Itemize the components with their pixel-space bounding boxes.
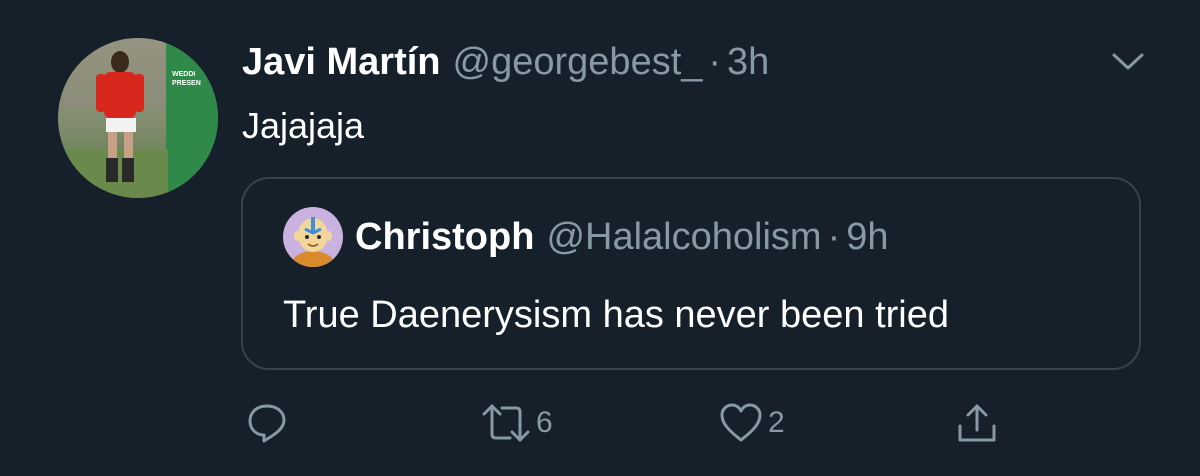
retweet-count: 6	[536, 406, 553, 439]
author-avatar[interactable]: WEDDI PRESEN	[58, 38, 218, 198]
avatar-sign-text: WEDDI	[172, 71, 195, 78]
tweet-actions: 6 2	[0, 398, 1200, 448]
like-button[interactable]: 2	[718, 398, 785, 448]
like-count: 2	[768, 406, 785, 439]
quoted-timestamp[interactable]: 9h	[846, 216, 888, 259]
chevron-down-icon[interactable]	[1110, 46, 1146, 76]
retweet-icon	[480, 400, 532, 446]
retweet-button[interactable]: 6	[480, 398, 553, 448]
tweet-text: Jajajaja	[242, 105, 365, 146]
tweet-header: Javi Martín @georgebest_ · 3h	[242, 38, 769, 86]
separator-dot: ·	[708, 40, 722, 83]
quoted-separator-dot: ·	[827, 215, 841, 258]
quoted-tweet-text: True Daenerysism has never been tried	[283, 294, 950, 336]
author-name[interactable]: Javi Martín	[242, 41, 441, 84]
reply-icon	[244, 400, 290, 446]
quoted-author-avatar[interactable]	[283, 207, 343, 267]
share-icon	[954, 400, 1000, 446]
quoted-author-name[interactable]: Christoph	[355, 216, 534, 259]
reply-button[interactable]	[244, 398, 294, 448]
quoted-tweet-header: Christoph @Halalcoholism · 9h	[355, 215, 889, 259]
svg-text:PRESEN: PRESEN	[172, 80, 201, 87]
quoted-author-handle[interactable]: @Halalcoholism	[546, 216, 821, 259]
share-button[interactable]	[954, 398, 1000, 448]
quoted-tweet[interactable]: Christoph @Halalcoholism · 9h True Daene…	[241, 177, 1141, 370]
timestamp[interactable]: 3h	[727, 41, 769, 84]
tweet[interactable]: WEDDI PRESEN Javi Martín @georgebest_ · …	[0, 0, 1200, 476]
author-handle[interactable]: @georgebest_	[453, 41, 703, 84]
heart-icon	[718, 400, 764, 446]
